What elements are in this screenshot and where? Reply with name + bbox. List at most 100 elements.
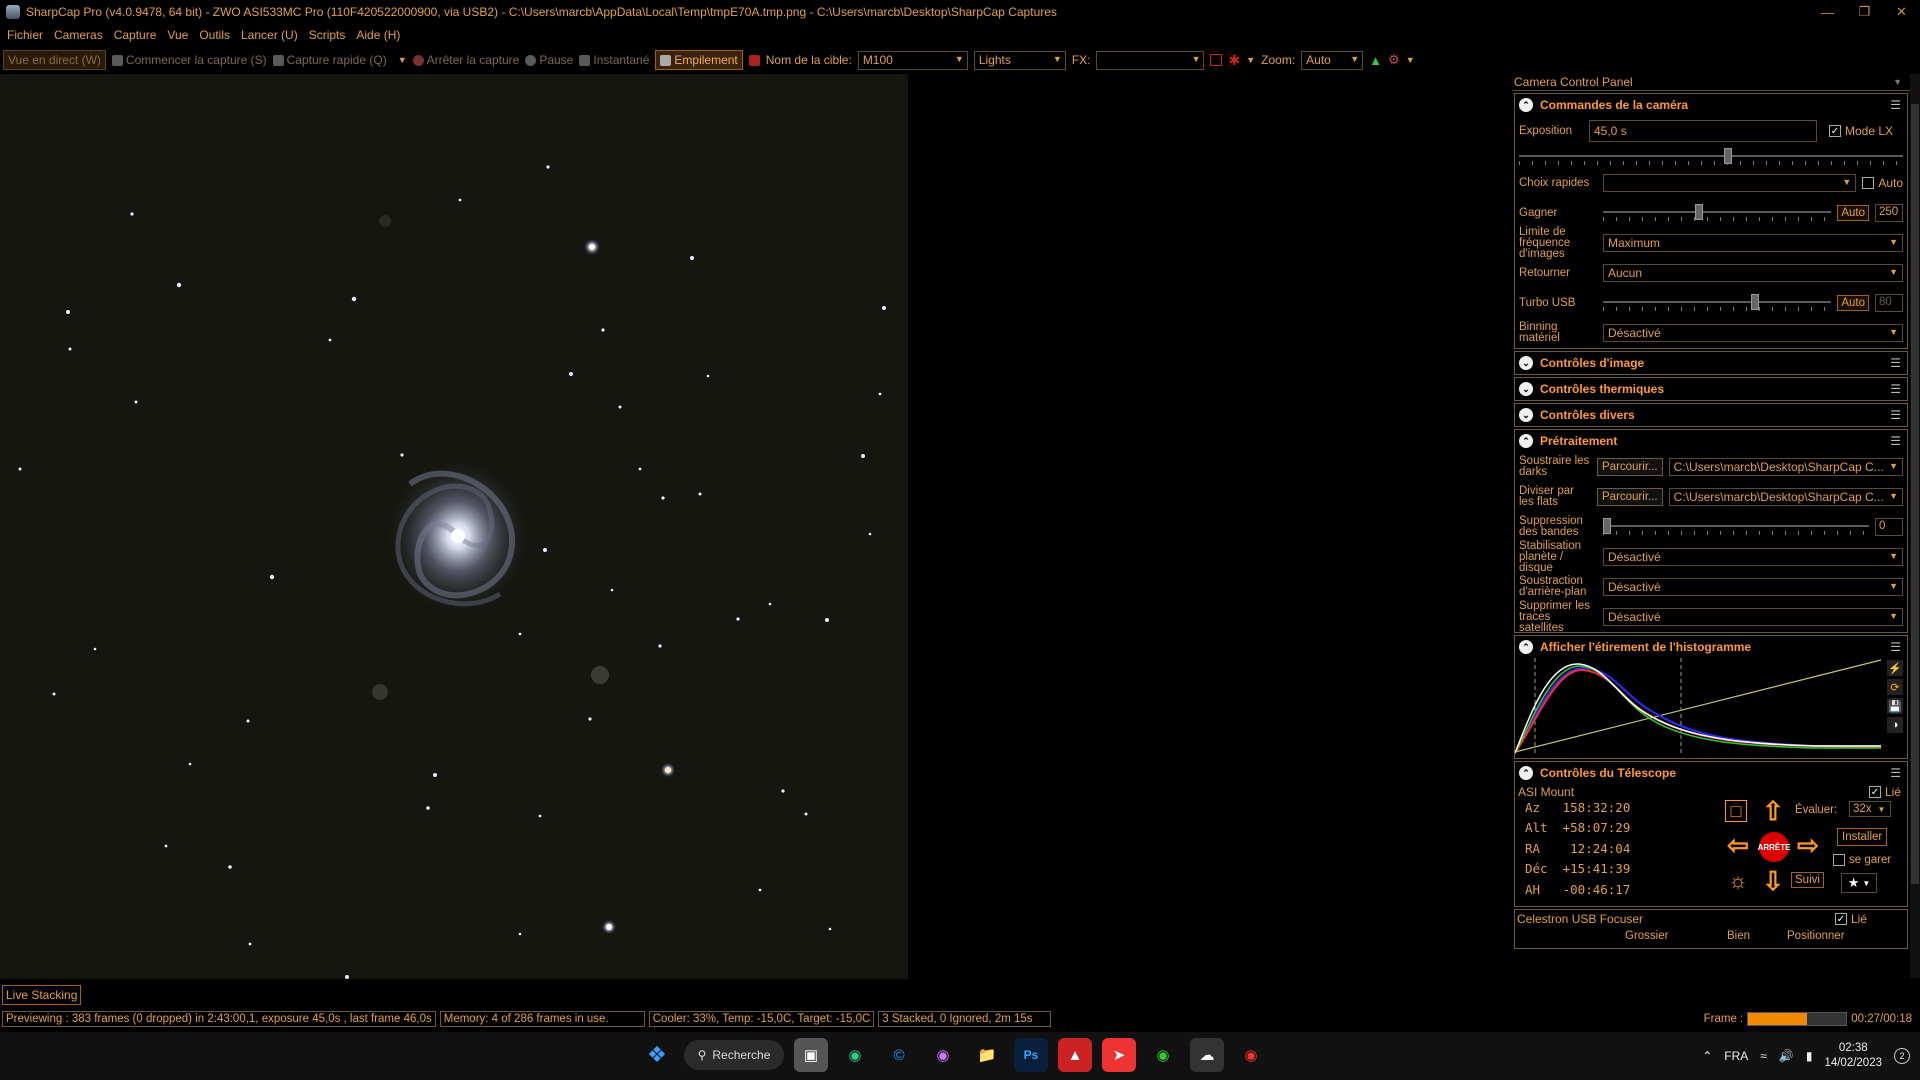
menu-outils[interactable]: Outils xyxy=(199,28,230,42)
target-name-input[interactable]: M100 ▼ xyxy=(857,50,968,70)
gain-slider[interactable] xyxy=(1603,203,1832,223)
wifi-icon[interactable]: ≈ xyxy=(1760,1049,1767,1063)
live-view-button[interactable]: Vue en direct (W) xyxy=(3,50,106,70)
arrow-right-icon[interactable]: ⇨ xyxy=(1795,830,1821,860)
selection-area-icon[interactable] xyxy=(1210,54,1223,66)
quick-choice-select[interactable]: ▼ xyxy=(1603,174,1857,192)
edge-icon[interactable]: ◉ xyxy=(838,1038,872,1072)
fps-select[interactable]: Maximum ▼ xyxy=(1603,234,1903,252)
teams-icon[interactable]: ◉ xyxy=(926,1038,960,1072)
stop-capture-button[interactable]: Arrêter la capture xyxy=(412,53,519,67)
slider-knob[interactable] xyxy=(1724,148,1732,164)
misc-controls-header[interactable]: ⌄ Contrôles divers ☰ xyxy=(1515,404,1907,426)
chrome-icon[interactable]: ◉ xyxy=(1234,1038,1268,1072)
telescope-header[interactable]: ⌃ Contrôles du Télescope ☰ xyxy=(1515,762,1907,784)
image-controls-header[interactable]: ⌄ Contrôles d'image ☰ xyxy=(1515,352,1907,374)
app-red-icon[interactable]: ▲ xyxy=(1058,1038,1092,1072)
gain-value[interactable]: 250 xyxy=(1875,204,1903,222)
pause-button[interactable]: Pause xyxy=(525,53,573,67)
hamburger-menu-icon[interactable]: ☰ xyxy=(1890,98,1901,112)
arrow-left-icon[interactable]: ⇦ xyxy=(1725,830,1751,860)
menu-capture[interactable]: Capture xyxy=(114,28,157,42)
turbo-value[interactable]: 80 xyxy=(1875,294,1903,312)
rate-select[interactable]: 32x ▼ xyxy=(1849,801,1891,817)
quick-capture-button[interactable]: Capture rapide (Q) ▼ xyxy=(272,53,407,67)
save-icon[interactable]: 💾 xyxy=(1887,698,1903,714)
scrollbar-thumb[interactable] xyxy=(1911,104,1919,884)
task-view-icon[interactable]: ▣ xyxy=(794,1038,828,1072)
notification-badge[interactable]: 2 xyxy=(1894,1048,1910,1064)
histogram-stretch-display[interactable]: ⚡ ⟳ 💾 ◑ xyxy=(1514,658,1907,758)
clock[interactable]: 02:38 14/02/2023 xyxy=(1824,1041,1882,1071)
chevron-up-icon[interactable]: ⌃ xyxy=(1702,1049,1712,1063)
hamburger-menu-icon[interactable]: ☰ xyxy=(1890,766,1901,780)
crosshair-icon[interactable]: ☼ xyxy=(1725,868,1751,894)
taskbar-search-button[interactable]: ⚲ Recherche xyxy=(684,1040,784,1070)
menu-cameras[interactable]: Cameras xyxy=(54,28,103,42)
chevron-down-icon[interactable]: ▼ xyxy=(1893,77,1902,87)
exposure-input[interactable]: 45,0 s xyxy=(1589,120,1817,142)
hamburger-menu-icon[interactable]: ☰ xyxy=(1890,408,1901,422)
focus-assist-icon[interactable]: ⚙ xyxy=(1388,52,1400,68)
live-stacking-button[interactable]: Live Stacking xyxy=(2,985,82,1005)
zoom-select[interactable]: Auto ▼ xyxy=(1301,50,1364,70)
arrow-up-icon[interactable]: ⇧ xyxy=(1760,796,1786,826)
lx-mode-checkbox[interactable]: ✓ Mode LX xyxy=(1829,124,1893,138)
lightning-icon[interactable]: ⚡ xyxy=(1887,660,1903,676)
install-button[interactable]: Installer xyxy=(1837,828,1888,846)
darks-browse-button[interactable]: Parcourir... xyxy=(1597,458,1663,476)
menu-vue[interactable]: Vue xyxy=(167,28,188,42)
turbo-auto-button[interactable]: Auto xyxy=(1837,295,1869,311)
background-select[interactable]: Désactivé ▼ xyxy=(1603,578,1903,596)
start-capture-button[interactable]: Commencer la capture (S) xyxy=(111,53,267,67)
tracking-button[interactable]: Suivi xyxy=(1791,872,1824,888)
close-icon[interactable]: ✕ xyxy=(1883,0,1920,24)
slider-knob[interactable] xyxy=(1751,294,1759,310)
histogram-header[interactable]: ⌃ Afficher l'étirement de l'histogramme ☰ xyxy=(1515,636,1907,658)
collapse-icon[interactable]: ⌃ xyxy=(1519,434,1533,448)
banding-slider[interactable] xyxy=(1603,517,1869,537)
exposure-slider[interactable] xyxy=(1519,147,1903,167)
focuser-linked-checkbox[interactable]: ✓ Lié xyxy=(1834,912,1867,926)
quick-auto-checkbox[interactable]: Auto xyxy=(1862,176,1903,190)
menu-lancer[interactable]: Lancer (U) xyxy=(241,28,298,42)
goto-icon[interactable]: □ xyxy=(1725,800,1747,822)
reset-icon[interactable]: ⟳ xyxy=(1887,679,1903,695)
star-icon[interactable]: ★ ▼ xyxy=(1841,873,1877,893)
arrow-down-icon[interactable]: ⇩ xyxy=(1760,866,1786,896)
windows-start-icon[interactable]: ❖ xyxy=(640,1038,674,1072)
minimize-icon[interactable]: — xyxy=(1809,0,1846,24)
photoshop-icon[interactable]: Ps xyxy=(1014,1038,1048,1072)
park-checkbox[interactable]: se garer xyxy=(1833,854,1891,866)
menu-fichier[interactable]: Fichier xyxy=(7,28,43,42)
turbo-usb-slider[interactable] xyxy=(1603,293,1832,313)
collapse-icon[interactable]: ⌃ xyxy=(1519,766,1533,780)
restore-icon[interactable]: ❐ xyxy=(1846,0,1883,24)
app-red-arrow-icon[interactable]: ➤ xyxy=(1102,1038,1136,1072)
stabilization-select[interactable]: Désactivé ▼ xyxy=(1603,548,1903,566)
snapshot-button[interactable]: Instantané xyxy=(579,53,649,67)
panel-scrollbar[interactable] xyxy=(1910,74,1920,978)
file-explorer-icon[interactable]: 📁 xyxy=(970,1038,1004,1072)
slider-knob[interactable] xyxy=(1695,204,1703,220)
collapse-icon[interactable]: ⌃ xyxy=(1519,640,1533,654)
chevron-down-icon[interactable]: ▼ xyxy=(1406,55,1415,65)
flats-browse-button[interactable]: Parcourir... xyxy=(1597,488,1663,506)
chevron-down-icon[interactable]: ▼ xyxy=(398,55,407,65)
flip-select[interactable]: Aucun ▼ xyxy=(1603,264,1903,282)
chevron-down-icon[interactable]: ▼ xyxy=(1246,55,1255,65)
hamburger-menu-icon[interactable]: ☰ xyxy=(1890,434,1901,448)
battery-icon[interactable]: ▮ xyxy=(1806,1049,1813,1063)
copilot-icon[interactable]: © xyxy=(882,1038,916,1072)
slider-knob[interactable] xyxy=(1603,518,1611,534)
histogram-icon[interactable]: ▲ xyxy=(1369,53,1382,68)
flats-path-select[interactable]: C:\Users\marcb\Desktop\SharpCap C... ▼ xyxy=(1668,488,1903,506)
camera-controls-header[interactable]: ⌃ Commandes de la caméra ☰ xyxy=(1515,94,1907,116)
gain-auto-button[interactable]: Auto xyxy=(1837,205,1869,221)
language-indicator[interactable]: FRA xyxy=(1724,1049,1748,1063)
darks-path-select[interactable]: C:\Users\marcb\Desktop\SharpCap C... ▼ xyxy=(1668,458,1903,476)
menu-scripts[interactable]: Scripts xyxy=(309,28,346,42)
frame-type-select[interactable]: Lights ▼ xyxy=(973,50,1066,70)
expand-icon[interactable]: ⌄ xyxy=(1519,356,1533,370)
hamburger-menu-icon[interactable]: ☰ xyxy=(1890,356,1901,370)
